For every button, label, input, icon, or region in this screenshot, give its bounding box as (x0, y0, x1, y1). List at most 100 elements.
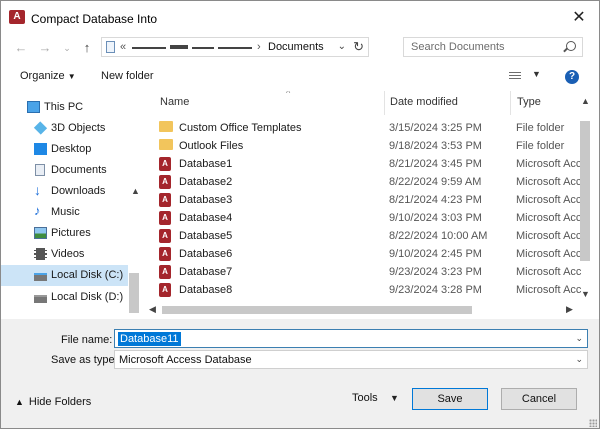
column-header-type[interactable]: Type (517, 91, 577, 115)
redacted-path-segment (192, 47, 214, 49)
video-icon (34, 248, 47, 260)
breadcrumb-overflow[interactable]: « (120, 41, 126, 53)
file-type: Microsoft Acc (516, 176, 582, 188)
sidebar-item-pictures[interactable]: Pictures (1, 223, 128, 244)
chevron-down-icon[interactable]: ▼ (390, 393, 399, 403)
sidebar-item-desktop[interactable]: Desktop (1, 139, 128, 160)
chevron-down-icon[interactable]: ⌄ (575, 333, 583, 344)
file-type: Microsoft Acc (516, 284, 582, 296)
file-name: Custom Office Templates (179, 122, 302, 134)
file-list-vertical-scrollbar[interactable]: ▲ ▼ (577, 91, 597, 303)
file-date: 3/15/2024 3:25 PM (389, 122, 482, 134)
resize-grip-icon[interactable] (589, 419, 597, 427)
chevron-down-icon[interactable]: ⌄ (575, 354, 583, 365)
search-input[interactable]: Search Documents (403, 37, 583, 57)
redacted-path-segment (132, 47, 166, 49)
save-as-type-select[interactable]: Microsoft Access Database ⌄ (114, 350, 588, 369)
file-type: Microsoft Acc (516, 194, 582, 206)
sidebar-item-label: Pictures (51, 227, 91, 239)
sidebar-item-label: Local Disk (C:) (51, 269, 124, 281)
search-icon[interactable] (566, 41, 576, 51)
back-arrow-icon[interactable]: ← (13, 40, 29, 56)
column-header-label: Date modified (390, 96, 458, 108)
scroll-left-icon[interactable]: ◀ (149, 304, 156, 315)
address-path[interactable]: « › Documents ⌄ ↻ (101, 37, 369, 57)
close-button[interactable]: ✕ (567, 7, 591, 29)
list-item[interactable]: A Database2 8/22/2024 9:59 AM Microsoft … (152, 173, 582, 191)
scrollbar-thumb[interactable] (162, 306, 472, 314)
file-type: Microsoft Acc (516, 230, 582, 242)
list-item[interactable]: A Database5 8/22/2024 10:00 AM Microsoft… (152, 227, 582, 245)
up-arrow-icon[interactable]: ↑ (79, 40, 95, 56)
list-item[interactable]: Custom Office Templates 3/15/2024 3:25 P… (152, 119, 582, 137)
recent-chevron-down-icon[interactable]: ⌄ (59, 40, 75, 56)
sidebar-item-label: 3D Objects (51, 122, 106, 134)
file-name-field[interactable]: Database11 ⌄ (114, 329, 588, 348)
breadcrumb-current[interactable]: Documents (268, 41, 324, 53)
save-button[interactable]: Save (412, 388, 488, 410)
sidebar-item-local-disk-c[interactable]: Local Disk (C:) (1, 265, 128, 286)
cube-icon (33, 121, 48, 135)
hide-folders-button[interactable]: ▲ Hide Folders (15, 396, 91, 408)
sidebar-item-this-pc[interactable]: This PC (1, 97, 128, 118)
list-item[interactable]: A Database4 9/10/2024 3:03 PM Microsoft … (152, 209, 582, 227)
search-placeholder: Search Documents (411, 41, 505, 53)
list-item[interactable]: A Database8 9/23/2024 3:28 PM Microsoft … (152, 281, 582, 299)
dialog-title: Compact Database Into (31, 12, 158, 26)
list-item[interactable]: A Database7 9/23/2024 3:23 PM Microsoft … (152, 263, 582, 281)
access-file-icon: A (159, 265, 171, 279)
scrollbar-thumb[interactable] (580, 121, 590, 261)
list-item[interactable]: A Database1 8/21/2024 3:45 PM Microsoft … (152, 155, 582, 173)
tools-button[interactable]: Tools (352, 392, 378, 404)
organize-label: Organize (20, 70, 65, 82)
refresh-icon[interactable]: ↻ (353, 39, 364, 55)
sidebar-item-3d-objects[interactable]: 3D Objects (1, 118, 128, 139)
list-item[interactable]: Outlook Files 9/18/2024 3:53 PM File fol… (152, 137, 582, 155)
hide-folders-label: Hide Folders (28, 396, 92, 408)
file-name-value[interactable]: Database11 (118, 332, 181, 346)
help-icon[interactable]: ? (565, 70, 579, 84)
list-item[interactable]: A Database3 8/21/2024 4:23 PM Microsoft … (152, 191, 582, 209)
scroll-up-icon[interactable]: ▲ (581, 96, 590, 106)
access-file-icon: A (159, 211, 171, 225)
new-folder-button[interactable]: New folder (101, 70, 154, 82)
folder-icon (159, 139, 173, 150)
file-name: Database6 (179, 248, 233, 260)
file-type: Microsoft Acc (516, 158, 582, 170)
redacted-path-segment (170, 45, 188, 49)
save-as-type-label: Save as type: (51, 354, 118, 366)
sidebar-item-videos[interactable]: Videos (1, 244, 128, 265)
view-options-icon[interactable] (509, 72, 521, 81)
sidebar-item-downloads[interactable]: ↓ Downloads (1, 181, 128, 202)
scroll-right-icon[interactable]: ▶ (566, 304, 573, 315)
organize-button[interactable]: Organize ▼ (20, 70, 76, 82)
file-type: Microsoft Acc (516, 248, 582, 260)
file-name: Database2 (179, 176, 233, 188)
file-list: ^ Name Date modified Type Custom Office … (142, 91, 597, 313)
sidebar-item-documents[interactable]: Documents (1, 160, 128, 181)
sidebar-item-local-disk-d[interactable]: Local Disk (D:) (1, 287, 128, 308)
scroll-down-icon[interactable]: ▼ (581, 289, 590, 299)
column-header-name[interactable]: ^ Name (160, 91, 380, 115)
column-header-date[interactable]: Date modified (390, 91, 510, 115)
forward-arrow-icon[interactable]: → (37, 40, 53, 56)
chevron-down-icon[interactable]: ⌄ (338, 41, 346, 52)
access-app-icon: A (9, 10, 25, 24)
column-divider[interactable] (510, 91, 511, 115)
pc-small-icon (106, 41, 115, 53)
file-name-label: File name: (61, 334, 113, 346)
command-bar: Organize ▼ New folder ▼ ? (1, 63, 599, 89)
sidebar-item-music[interactable]: ♪ Music (1, 202, 128, 223)
file-date: 9/10/2024 2:45 PM (389, 248, 482, 260)
list-item[interactable]: A Database6 9/10/2024 2:45 PM Microsoft … (152, 245, 582, 263)
file-date: 8/21/2024 4:23 PM (389, 194, 482, 206)
save-options-panel: File name: Database11 ⌄ Save as type: Mi… (1, 319, 599, 428)
file-list-horizontal-scrollbar[interactable]: ◀ ▶ (142, 303, 579, 317)
chevron-down-icon[interactable]: ▼ (532, 69, 541, 79)
file-name: Database3 (179, 194, 233, 206)
file-name: Outlook Files (179, 140, 244, 152)
cancel-button[interactable]: Cancel (501, 388, 577, 410)
nav-scroll-up-icon[interactable]: ▲ (131, 186, 140, 196)
nav-scrollbar-thumb[interactable] (129, 273, 139, 313)
column-divider[interactable] (384, 91, 385, 115)
